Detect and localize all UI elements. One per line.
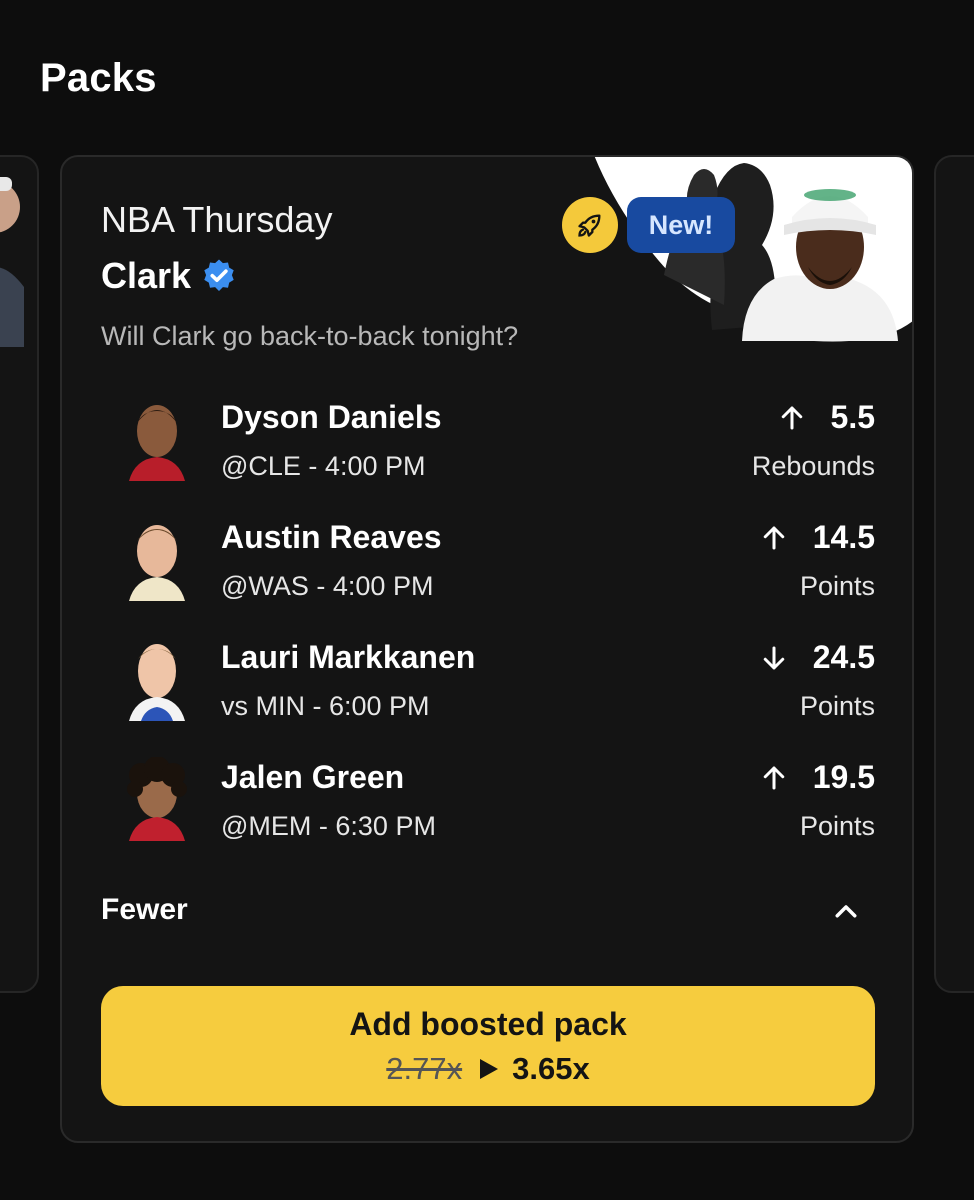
player-avatar	[127, 757, 187, 841]
rocket-icon	[562, 197, 618, 253]
pack-description: Will Clark go back-to-back tonight?	[101, 321, 519, 351]
pack-league-day: NBA Thursday	[101, 199, 333, 240]
line-value: 5.5	[830, 399, 875, 435]
previous-pack-avatar	[0, 177, 24, 347]
collapse-toggle[interactable]: Fewer	[101, 893, 861, 933]
stat-label: Points	[799, 811, 875, 841]
cta-label: Add boosted pack	[349, 1005, 627, 1042]
arrow-up-icon	[781, 406, 802, 429]
stat-label: Rebounds	[751, 451, 875, 481]
player-name: Lauri Markkanen	[221, 639, 476, 675]
player-name: Dyson Daniels	[221, 399, 442, 435]
collapse-toggle-label: Fewer	[101, 893, 188, 926]
chevron-up-icon[interactable]	[831, 897, 861, 927]
arrow-up-icon	[763, 526, 784, 549]
player-row[interactable]: Jalen Green @MEM - 6:30 PM 19.5 Points	[101, 757, 875, 857]
player-avatar	[129, 405, 185, 481]
pick-line[interactable]: 24.5	[759, 639, 875, 676]
player-row[interactable]: Dyson Daniels @CLE - 4:00 PM 5.5 Rebound…	[101, 397, 875, 497]
player-row[interactable]: Austin Reaves @WAS - 4:00 PM 14.5 Points	[101, 517, 875, 617]
player-game: @CLE - 4:00 PM	[221, 451, 426, 481]
player-name: Austin Reaves	[221, 519, 442, 555]
player-name: Jalen Green	[221, 759, 405, 795]
pack-card: NBA Thursday Clark New! Will Clark go ba…	[60, 155, 914, 1143]
player-game: @WAS - 4:00 PM	[221, 571, 434, 601]
new-badge: New!	[627, 197, 735, 253]
new-odds: 3.65x	[512, 1050, 590, 1086]
old-odds: 2.77x	[386, 1050, 463, 1086]
add-boosted-pack-button[interactable]: Add boosted pack 2.77x 3.65x	[101, 986, 875, 1106]
arrow-down-icon	[763, 646, 784, 669]
page-title: Packs	[40, 56, 157, 100]
stat-label: Points	[799, 571, 875, 601]
line-value: 24.5	[812, 639, 875, 675]
pick-line[interactable]: 19.5	[759, 759, 875, 796]
creator-name: Clark	[101, 255, 192, 296]
cta-odds: 2.77x 3.65x	[386, 1051, 589, 1087]
line-value: 19.5	[812, 759, 875, 795]
play-icon	[480, 1058, 499, 1079]
packs-screen: Packs NBA Thursday Clark New! Will Clark…	[0, 0, 974, 1200]
player-game: @MEM - 6:30 PM	[221, 811, 436, 841]
player-game: vs MIN - 6:00 PM	[221, 691, 430, 721]
creator-row[interactable]: Clark	[101, 255, 237, 297]
stat-label: Points	[799, 691, 875, 721]
pick-line[interactable]: 14.5	[759, 519, 875, 556]
arrow-up-icon	[763, 766, 784, 789]
player-avatar	[129, 525, 185, 601]
line-value: 14.5	[812, 519, 875, 555]
previous-pack-card[interactable]	[0, 155, 39, 993]
player-avatar	[129, 644, 185, 721]
next-pack-card[interactable]	[934, 155, 974, 993]
pick-line[interactable]: 5.5	[777, 399, 875, 436]
player-row[interactable]: Lauri Markkanen vs MIN - 6:00 PM 24.5 Po…	[101, 637, 875, 737]
verified-icon	[204, 259, 234, 291]
